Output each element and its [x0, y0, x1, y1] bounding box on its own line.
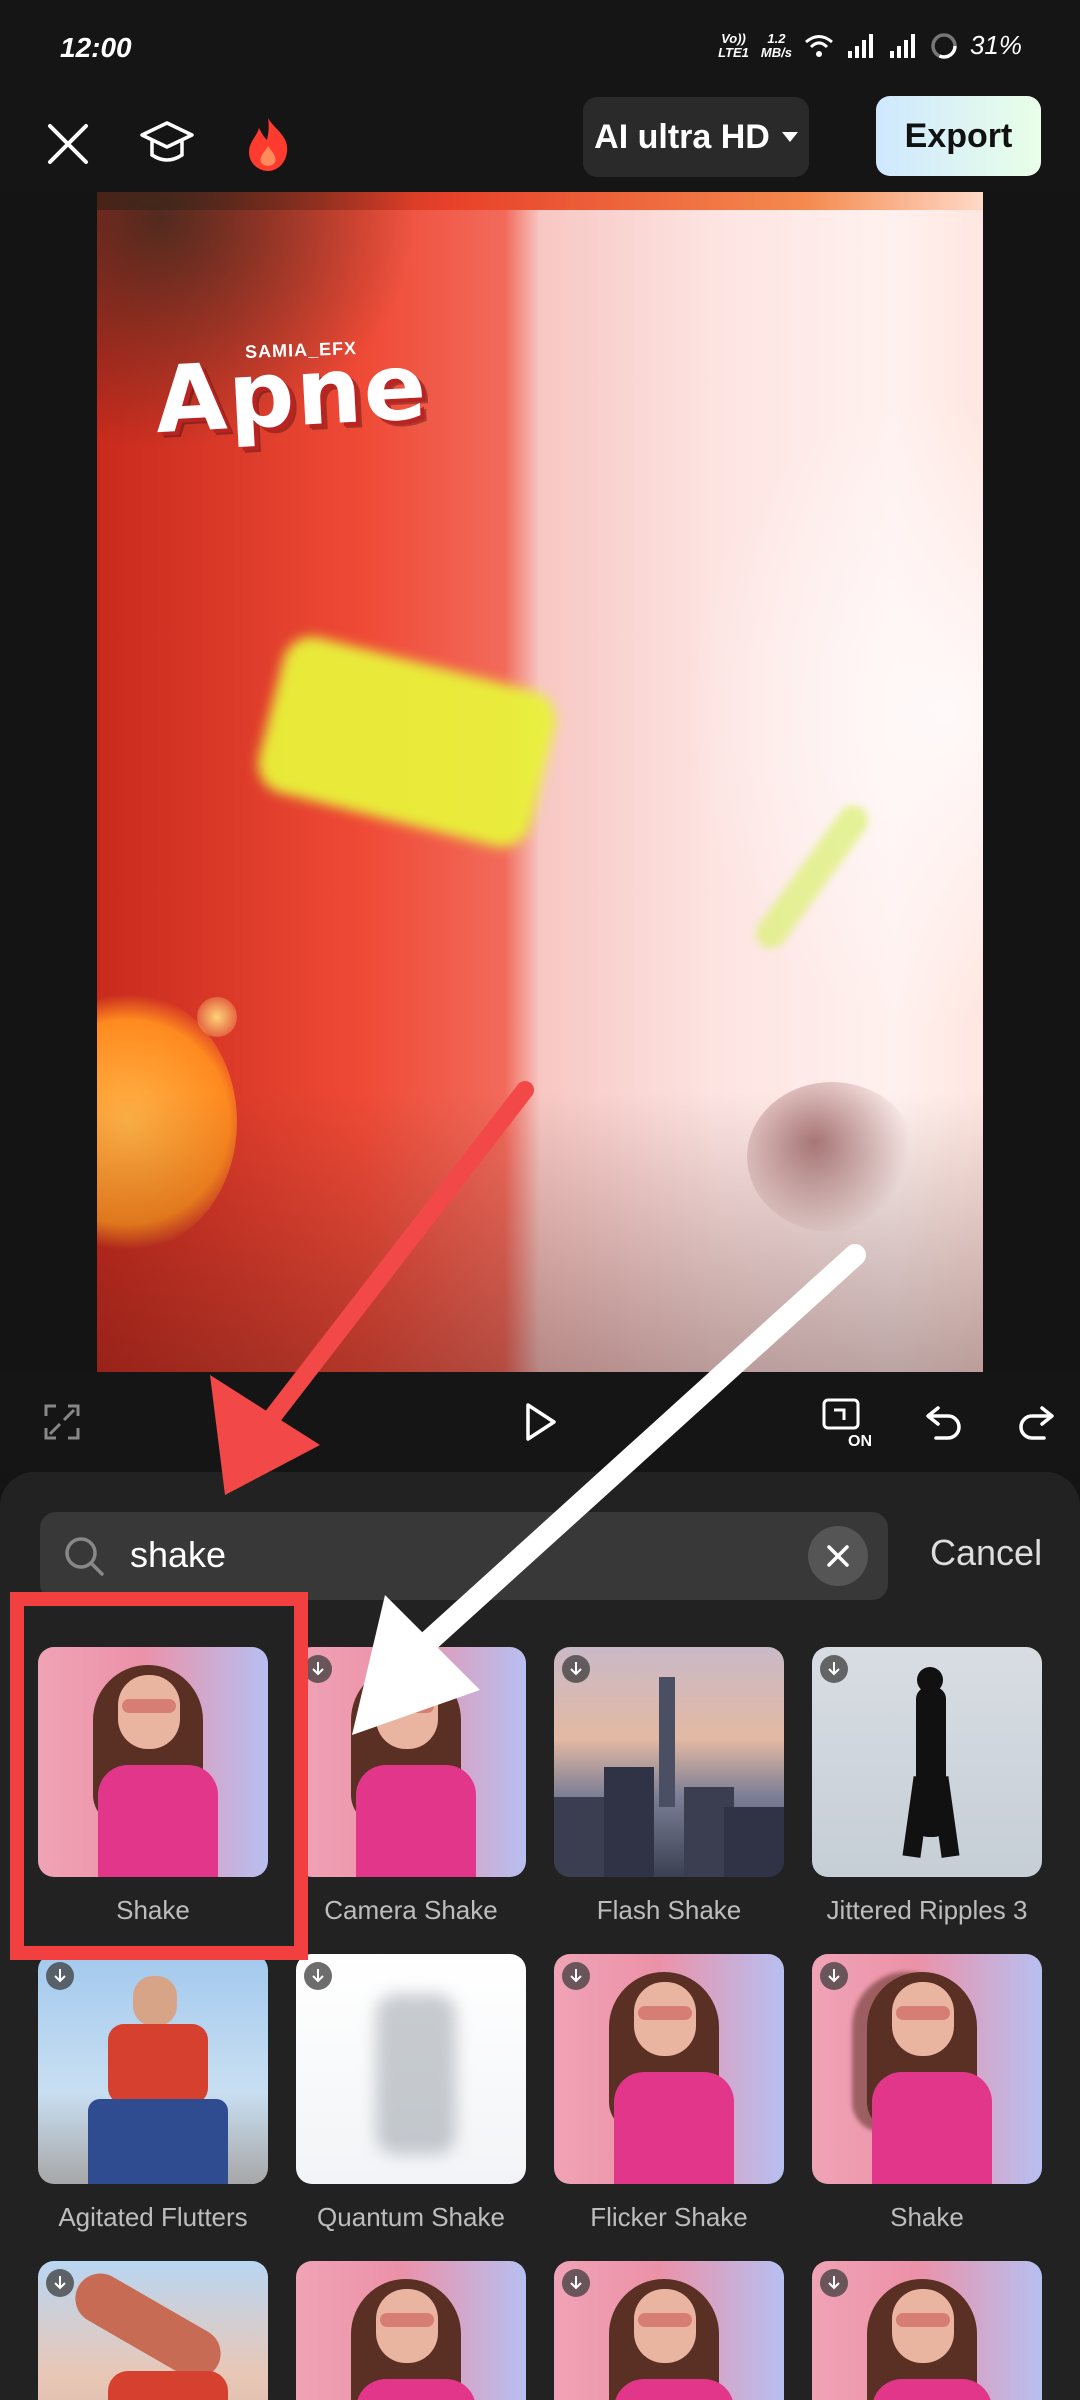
effect-thumbnail [554, 1647, 784, 1877]
graduation-cap-icon [140, 121, 194, 162]
play-icon [526, 1403, 556, 1441]
download-icon [820, 1655, 848, 1683]
preview-area: Apne SAMIA_EFX [0, 192, 1080, 1372]
preview-flare-dot [197, 997, 237, 1037]
clear-search-button[interactable] [808, 1526, 868, 1586]
preview-toggle-button[interactable]: ON [814, 1390, 886, 1454]
effect-tile[interactable] [554, 2261, 784, 2400]
undo-button[interactable] [912, 1390, 976, 1454]
signal-icon-2 [889, 33, 915, 58]
effect-tile-flicker-shake[interactable]: Flicker Shake [554, 1954, 784, 2233]
effect-label: Flicker Shake [590, 2202, 748, 2232]
download-icon [820, 1962, 848, 1990]
effect-tile[interactable] [296, 2261, 526, 2400]
effect-thumbnail [812, 1647, 1042, 1877]
fullscreen-button[interactable] [30, 1390, 94, 1454]
tutorial-button[interactable] [135, 112, 199, 176]
effect-thumbnail [554, 2261, 784, 2400]
effect-thumbnail [296, 1954, 526, 2184]
fullscreen-icon [44, 1404, 80, 1440]
playback-bar: ON [0, 1372, 1080, 1472]
trending-button[interactable] [236, 112, 300, 176]
download-icon [562, 2269, 590, 2297]
effect-thumbnail [296, 2261, 526, 2400]
download-icon [562, 1655, 590, 1683]
effect-tile-camera-shake[interactable]: Camera Shake [296, 1647, 526, 1926]
effect-tile[interactable] [38, 2261, 268, 2400]
effect-tile-shake-2[interactable]: Shake [812, 1954, 1042, 2233]
effect-tile-agitated-flutters[interactable]: Agitated Flutters [38, 1954, 268, 2233]
play-button[interactable] [508, 1390, 572, 1454]
effect-tile-jittered-ripples-3[interactable]: Jittered Ripples 3 [812, 1647, 1042, 1926]
redo-icon [1019, 1406, 1054, 1440]
effect-thumbnail [812, 2261, 1042, 2400]
effect-label: Agitated Flutters [58, 2202, 248, 2232]
effect-label: Camera Shake [324, 1895, 498, 1925]
chevron-down-icon [781, 132, 798, 142]
flame-icon [249, 118, 288, 171]
battery-icon [931, 32, 957, 59]
redo-button[interactable] [1004, 1390, 1068, 1454]
download-icon [46, 2269, 74, 2297]
search-query: shake [130, 1534, 227, 1575]
preview-yellow-shape [251, 630, 563, 854]
preview-toggle-icon: ON [822, 1398, 872, 1448]
search-icon [65, 1537, 104, 1576]
download-icon [562, 1962, 590, 1990]
video-preview[interactable]: Apne SAMIA_EFX [97, 192, 983, 1372]
close-icon [827, 1545, 849, 1567]
wifi-icon [804, 34, 833, 57]
search-input[interactable]: shake [40, 1512, 888, 1600]
status-bar: 12:00 Vo)) LTE1 1.2 MB/s 31% [0, 0, 1080, 96]
effect-thumbnail [812, 1954, 1042, 2184]
close-button[interactable] [36, 112, 100, 176]
status-indicators: Vo)) LTE1 1.2 MB/s 31% [718, 30, 1022, 61]
resolution-dropdown[interactable]: AI ultra HD [583, 97, 809, 177]
download-icon [304, 1655, 332, 1683]
svg-text:ON: ON [848, 1433, 872, 1448]
watermark-author: SAMIA_EFX [244, 338, 358, 362]
effect-tile[interactable] [812, 2261, 1042, 2400]
effect-label: Jittered Ripples 3 [826, 1895, 1028, 1925]
signal-icon-1 [847, 33, 873, 58]
effect-tile-quantum-shake[interactable]: Quantum Shake [296, 1954, 526, 2233]
close-icon [48, 124, 88, 164]
network-speed: 1.2 MB/s [760, 30, 792, 60]
preview-bottom-shade [97, 1092, 983, 1372]
download-icon [46, 1962, 74, 1990]
effect-thumbnail [38, 1954, 268, 2184]
network-type: Vo)) LTE1 [718, 30, 749, 60]
highlight-box [10, 1592, 308, 1960]
resolution-label: AI ultra HD [594, 117, 770, 156]
effect-tile-flash-shake[interactable]: Flash Shake [554, 1647, 784, 1926]
battery-level: 31% [969, 30, 1022, 60]
download-icon [820, 2269, 848, 2297]
status-time: 12:00 [60, 32, 132, 63]
cancel-button[interactable]: Cancel [930, 1532, 1042, 1574]
download-icon [304, 1962, 332, 1990]
effect-label: Shake [890, 2202, 964, 2232]
effect-thumbnail [554, 1954, 784, 2184]
preview-light-streak [749, 799, 875, 955]
undo-icon [926, 1406, 961, 1440]
effect-label: Quantum Shake [317, 2202, 505, 2232]
export-button[interactable]: Export [876, 96, 1041, 176]
effect-thumbnail [296, 1647, 526, 1877]
effect-label: Flash Shake [596, 1895, 742, 1925]
effect-thumbnail [38, 2261, 268, 2400]
